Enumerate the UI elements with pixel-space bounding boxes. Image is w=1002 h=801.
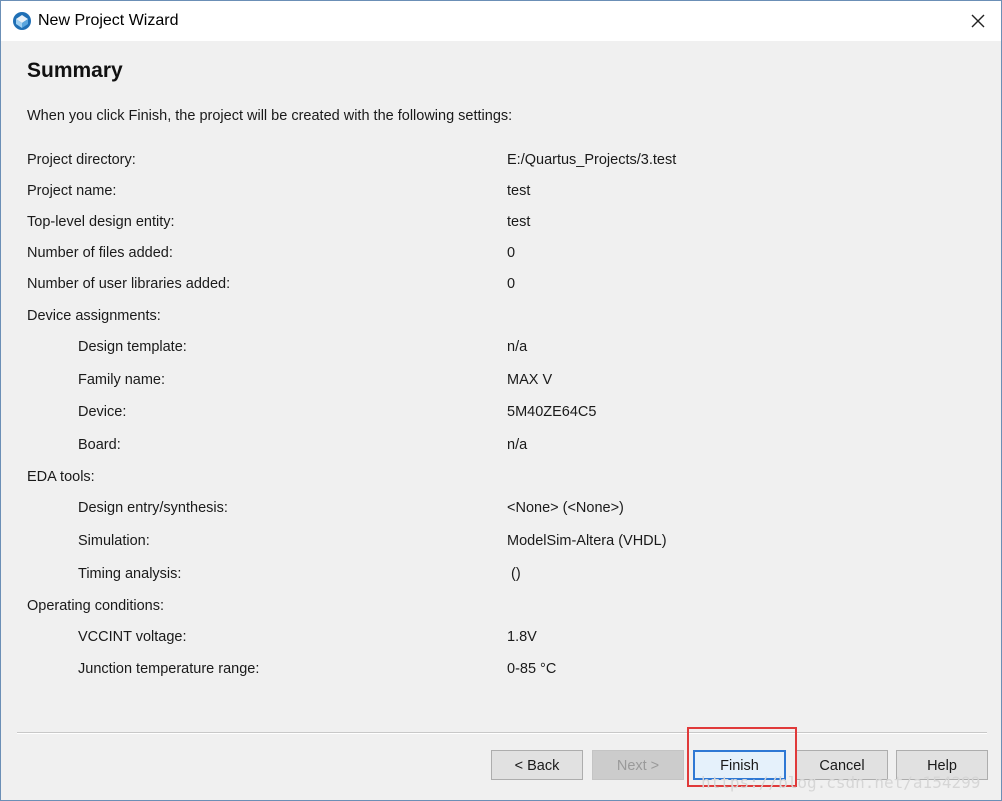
setting-label: Number of files added: bbox=[27, 245, 173, 261]
setting-value: test bbox=[507, 214, 531, 230]
cancel-button[interactable]: Cancel bbox=[796, 750, 888, 780]
setting-value: 0 bbox=[507, 276, 516, 292]
setting-value: 5M40ZE64C5 bbox=[507, 404, 597, 420]
setting-label: Family name: bbox=[78, 372, 166, 388]
setting-value: n/a bbox=[507, 437, 528, 453]
setting-row-design-entry: Design entry/synthesis: <None> (<None>) bbox=[1, 500, 1001, 522]
setting-label: Design entry/synthesis: bbox=[78, 500, 228, 516]
setting-value: MAX V bbox=[507, 372, 553, 388]
setting-value: n/a bbox=[507, 339, 528, 355]
setting-group-operating-conditions: Operating conditions: bbox=[1, 598, 1001, 620]
setting-row-family-name: Family name: MAX V bbox=[1, 372, 1001, 394]
setting-row-files-added: Number of files added: 0 bbox=[1, 245, 1001, 267]
setting-value: 0 bbox=[507, 245, 516, 261]
page-title: Summary bbox=[27, 59, 123, 82]
setting-label: Timing analysis: bbox=[78, 566, 182, 582]
setting-group-label: Device assignments: bbox=[27, 308, 161, 324]
setting-value: 1.8V bbox=[507, 629, 537, 645]
setting-label: Device: bbox=[78, 404, 127, 420]
setting-value: ModelSim-Altera (VHDL) bbox=[507, 533, 667, 549]
setting-row-project-directory: Project directory: E:/Quartus_Projects/3… bbox=[1, 152, 1001, 174]
setting-row-timing-analysis: Timing analysis: () bbox=[1, 566, 1001, 588]
title-bar: New Project Wizard bbox=[1, 1, 1001, 41]
setting-value: 0-85 °C bbox=[507, 661, 557, 677]
setting-label: Board: bbox=[78, 437, 121, 453]
setting-row-top-level-entity: Top-level design entity: test bbox=[1, 214, 1001, 236]
setting-group-label: EDA tools: bbox=[27, 469, 95, 485]
setting-row-project-name: Project name: test bbox=[1, 183, 1001, 205]
setting-label: Top-level design entity: bbox=[27, 214, 175, 230]
setting-group-label: Operating conditions: bbox=[27, 598, 165, 614]
intro-text: When you click Finish, the project will … bbox=[27, 108, 513, 124]
quartus-app-icon bbox=[13, 12, 31, 30]
back-button[interactable]: < Back bbox=[491, 750, 583, 780]
wizard-window: New Project Wizard Summary When you clic… bbox=[0, 0, 1002, 801]
setting-label: Junction temperature range: bbox=[78, 661, 260, 677]
setting-value: <None> (<None>) bbox=[507, 500, 624, 516]
wizard-header bbox=[1, 41, 1001, 107]
footer-divider-highlight bbox=[17, 733, 987, 734]
setting-row-vccint-voltage: VCCINT voltage: 1.8V bbox=[1, 629, 1001, 651]
setting-label: Simulation: bbox=[78, 533, 150, 549]
setting-row-junction-temperature: Junction temperature range: 0-85 °C bbox=[1, 661, 1001, 683]
next-button[interactable]: Next > bbox=[592, 750, 684, 780]
setting-row-simulation: Simulation: ModelSim-Altera (VHDL) bbox=[1, 533, 1001, 555]
setting-value: test bbox=[507, 183, 531, 199]
setting-label: Design template: bbox=[78, 339, 187, 355]
setting-row-device: Device: 5M40ZE64C5 bbox=[1, 404, 1001, 426]
setting-label: Project directory: bbox=[27, 152, 136, 168]
setting-label: Project name: bbox=[27, 183, 117, 199]
close-button[interactable] bbox=[955, 1, 1001, 41]
setting-value: () bbox=[507, 566, 521, 582]
setting-row-board: Board: n/a bbox=[1, 437, 1001, 459]
setting-group-device-assignments: Device assignments: bbox=[1, 308, 1001, 330]
setting-row-user-libraries: Number of user libraries added: 0 bbox=[1, 276, 1001, 298]
setting-group-eda-tools: EDA tools: bbox=[1, 469, 1001, 491]
window-title: New Project Wizard bbox=[38, 12, 179, 29]
setting-value: E:/Quartus_Projects/3.test bbox=[507, 152, 677, 168]
setting-label: Number of user libraries added: bbox=[27, 276, 231, 292]
setting-row-design-template: Design template: n/a bbox=[1, 339, 1001, 361]
finish-button[interactable]: Finish bbox=[693, 750, 786, 780]
setting-label: VCCINT voltage: bbox=[78, 629, 187, 645]
close-icon bbox=[971, 14, 985, 28]
help-button[interactable]: Help bbox=[896, 750, 988, 780]
